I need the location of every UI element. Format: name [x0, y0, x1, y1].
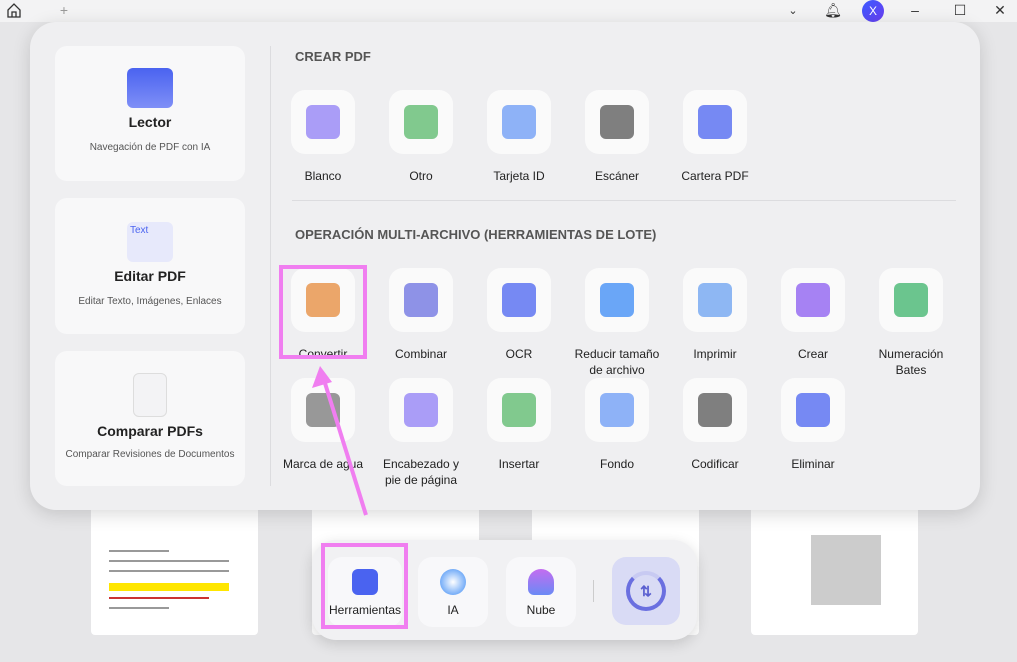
divider [593, 580, 594, 602]
dock-label: Nube [526, 603, 556, 617]
sync-button[interactable]: ⇅ [612, 557, 680, 625]
highlight-herramientas [321, 543, 408, 629]
sync-icon: ⇅ [626, 571, 666, 611]
dock-nube[interactable]: Nube [506, 557, 576, 627]
dock-label: IA [447, 603, 459, 617]
cloud-icon [528, 569, 554, 595]
dock-ia[interactable]: IA [418, 557, 488, 627]
ai-icon [440, 569, 466, 595]
